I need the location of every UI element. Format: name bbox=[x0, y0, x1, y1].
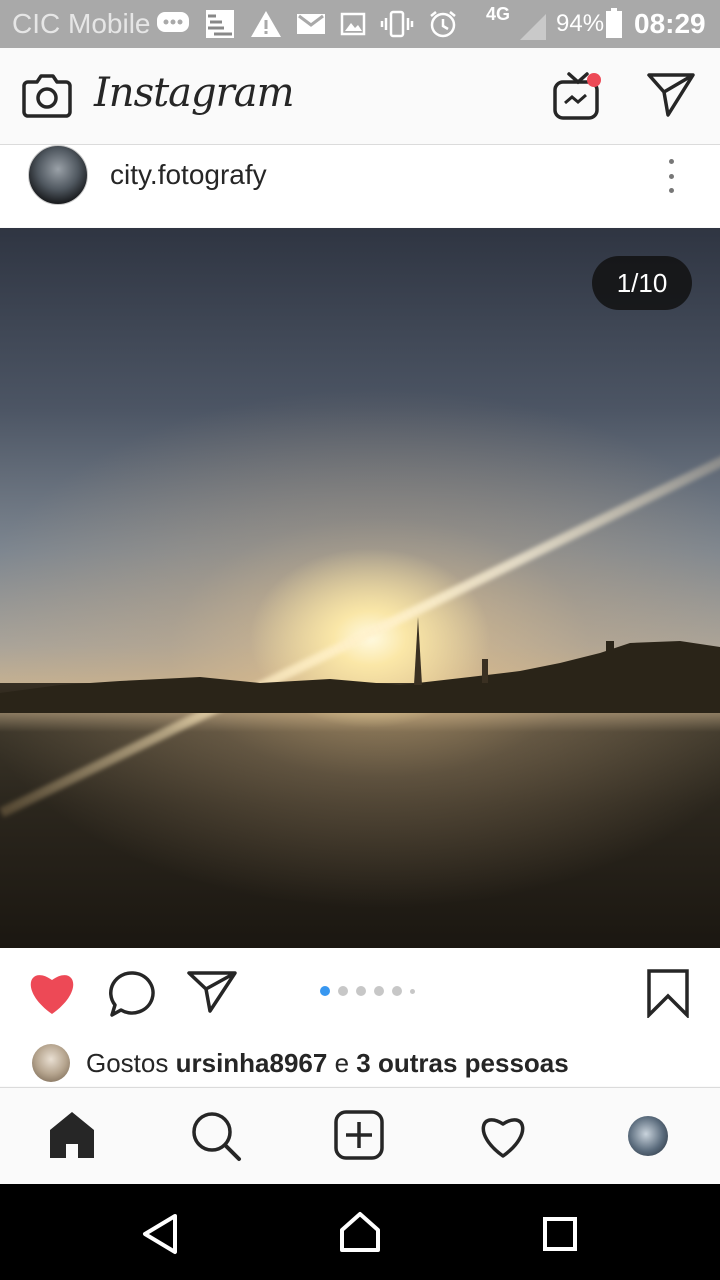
recents-icon[interactable] bbox=[542, 1216, 578, 1252]
liker-username[interactable]: ursinha8967 bbox=[176, 1048, 328, 1078]
signal-icon bbox=[520, 14, 546, 40]
gmail-icon bbox=[297, 14, 325, 34]
carousel-dot bbox=[338, 986, 348, 996]
carousel-dot bbox=[356, 986, 366, 996]
post-photo[interactable]: 1/10 bbox=[0, 228, 720, 948]
likes-summary[interactable]: Gostos ursinha8967 e 3 outras pessoas bbox=[86, 1048, 569, 1079]
profile-avatar[interactable] bbox=[628, 1116, 668, 1156]
other-likers-link[interactable]: 3 outras pessoas bbox=[356, 1048, 568, 1078]
instagram-logo: Instagram bbox=[94, 70, 295, 116]
app-header: Instagram bbox=[0, 48, 720, 145]
post-header: city.fotografy bbox=[0, 145, 720, 227]
igtv-icon[interactable] bbox=[552, 70, 606, 122]
notification-dot bbox=[587, 73, 601, 87]
network-type: 4G bbox=[486, 4, 511, 24]
likes-prefix: Gostos bbox=[86, 1048, 169, 1078]
direct-icon[interactable] bbox=[646, 72, 696, 118]
warning-icon bbox=[251, 11, 281, 37]
vibrate-icon bbox=[380, 10, 414, 38]
back-icon[interactable] bbox=[140, 1212, 180, 1256]
gallery-icon bbox=[340, 12, 366, 36]
like-button[interactable] bbox=[26, 968, 78, 1016]
status-bar: CIC Mobile 4G 94% 08:29 bbox=[0, 0, 720, 48]
activity-icon[interactable] bbox=[478, 1114, 528, 1158]
author-avatar[interactable] bbox=[28, 145, 88, 205]
post-actions bbox=[0, 948, 720, 1038]
home-icon[interactable] bbox=[48, 1110, 96, 1160]
save-button[interactable] bbox=[646, 968, 690, 1018]
notification-icons bbox=[156, 6, 458, 42]
share-button[interactable] bbox=[186, 970, 238, 1014]
chat-icon bbox=[157, 12, 189, 32]
carousel-indicator bbox=[320, 986, 415, 996]
image-icon bbox=[206, 10, 234, 38]
carousel-dot bbox=[320, 986, 330, 996]
carousel-dot bbox=[392, 986, 402, 996]
bottom-navigation bbox=[0, 1087, 720, 1184]
carrier-name: CIC Mobile bbox=[12, 8, 151, 39]
system-navigation bbox=[0, 1184, 720, 1280]
alarm-icon bbox=[430, 11, 456, 38]
skyline-silhouette bbox=[0, 617, 720, 713]
comment-button[interactable] bbox=[108, 970, 158, 1018]
more-options-icon[interactable] bbox=[656, 159, 686, 193]
photo-counter: 1/10 bbox=[592, 256, 692, 310]
liker-avatar[interactable] bbox=[32, 1044, 70, 1082]
clock: 08:29 bbox=[634, 8, 706, 39]
camera-icon[interactable] bbox=[22, 72, 72, 118]
carousel-dot bbox=[410, 988, 415, 994]
battery-percent: 94% bbox=[556, 10, 605, 37]
search-icon[interactable] bbox=[190, 1110, 242, 1162]
add-post-icon[interactable] bbox=[334, 1110, 384, 1160]
carousel-dot bbox=[374, 986, 384, 996]
battery-icon bbox=[606, 8, 622, 38]
post-username[interactable]: city.fotografy bbox=[110, 159, 267, 191]
likes-row: Gostos ursinha8967 e 3 outras pessoas bbox=[0, 1038, 720, 1086]
home-icon[interactable] bbox=[338, 1210, 382, 1254]
likes-conjunction: e bbox=[334, 1048, 350, 1078]
